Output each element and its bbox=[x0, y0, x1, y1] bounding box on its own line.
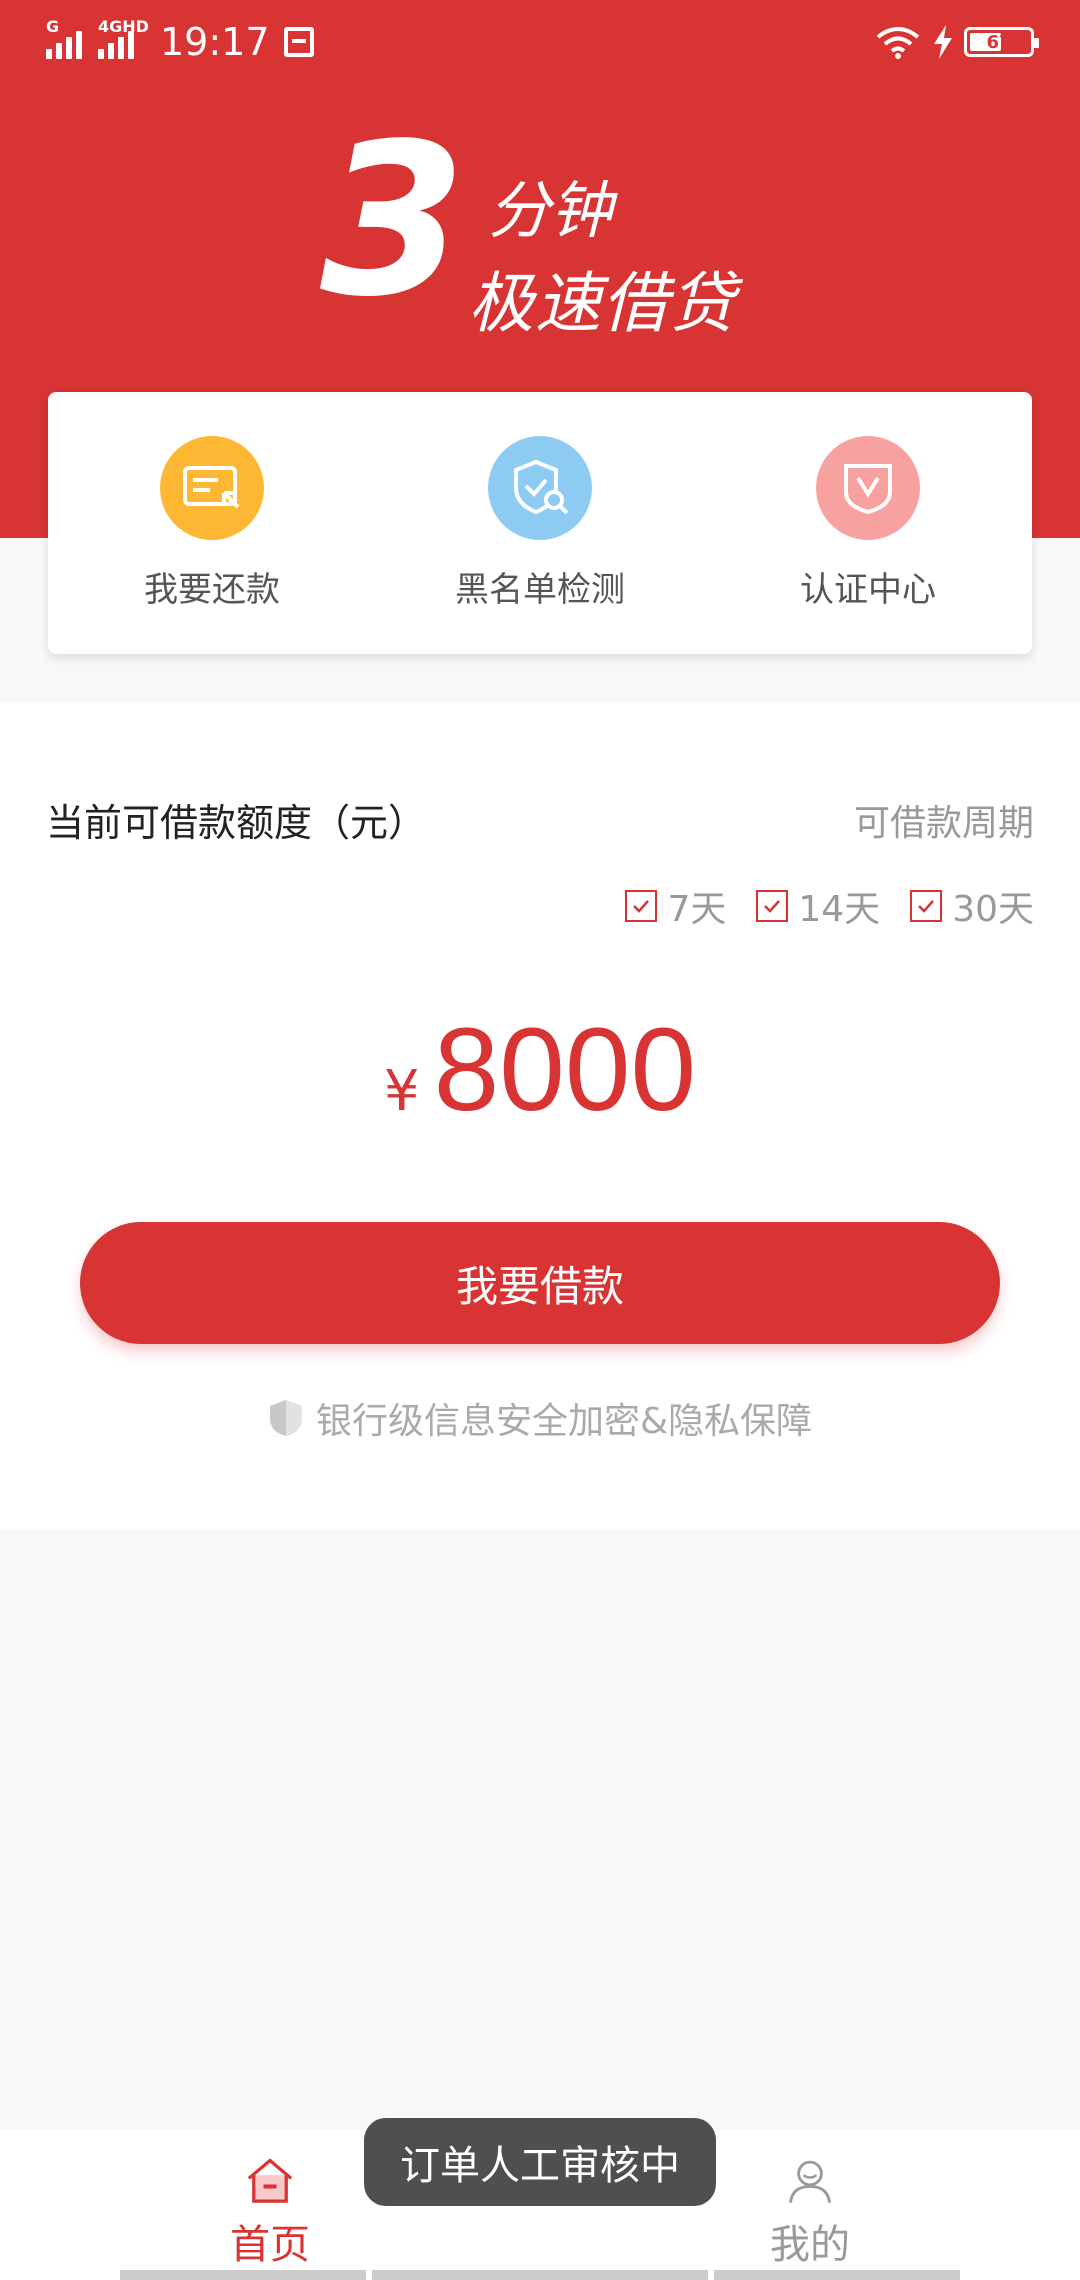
repay-card-icon bbox=[160, 436, 264, 540]
hero-number: 3 bbox=[320, 98, 466, 343]
shield-icon bbox=[269, 1400, 302, 1436]
user-icon bbox=[789, 2160, 831, 2203]
currency-symbol: ¥ bbox=[383, 1059, 420, 1124]
period-label-14: 14天 bbox=[798, 889, 881, 930]
quick-action-label: 我要还款 bbox=[144, 570, 280, 610]
security-note: 银行级信息安全加密&隐私保障 bbox=[0, 1392, 1080, 1444]
status-time: 19:17 bbox=[160, 20, 270, 64]
quick-action-label: 认证中心 bbox=[800, 570, 936, 610]
wifi-icon bbox=[876, 27, 920, 59]
period-options: 7天 14天 30天 bbox=[595, 880, 1034, 932]
quick-action-blacklist[interactable]: 黑名单检测 bbox=[376, 392, 704, 654]
gesture-bar-right bbox=[714, 2270, 960, 2280]
gesture-bar-left bbox=[120, 2270, 366, 2280]
period-option-14[interactable]: 14天 bbox=[756, 880, 880, 932]
status-left: G 4GHD 19:17 bbox=[46, 17, 314, 66]
shield-search-icon bbox=[488, 436, 592, 540]
nav-mine[interactable]: 我的 bbox=[710, 2140, 910, 2270]
nav-home-label: 首页 bbox=[230, 2222, 310, 2268]
period-label-30: 30天 bbox=[952, 889, 1034, 930]
amount-value: 8000 bbox=[433, 1004, 697, 1136]
hero-line1: 分钟 bbox=[488, 174, 613, 247]
checkbox-icon bbox=[910, 890, 943, 922]
network-type-1: G bbox=[46, 17, 60, 36]
quick-action-label: 黑名单检测 bbox=[455, 570, 625, 610]
nav-home[interactable]: 首页 bbox=[170, 2140, 370, 2270]
loan-amount: ¥ 8000 bbox=[0, 1002, 1080, 1138]
checkbox-icon bbox=[625, 890, 658, 922]
limit-label: 当前可借款额度（元） bbox=[46, 801, 427, 845]
borrow-button[interactable]: 我要借款 bbox=[80, 1222, 1000, 1344]
period-label-7: 7天 bbox=[667, 889, 727, 930]
gesture-bar-center bbox=[372, 2270, 708, 2280]
status-bar: G 4GHD 19:17 67 bbox=[0, 0, 1080, 84]
signal-icon-1: G bbox=[46, 17, 86, 59]
verify-shield-icon bbox=[816, 436, 920, 540]
home-icon bbox=[247, 2158, 293, 2203]
battery-level: 67 bbox=[986, 31, 1012, 53]
toast-message: 订单人工审核中 bbox=[364, 2118, 716, 2206]
checkbox-icon bbox=[756, 890, 789, 922]
loan-card: 当前可借款额度（元） 可借款周期 7天 14天 30天 ¥ 8000 我要借款 bbox=[0, 702, 1080, 1530]
notification-icon bbox=[283, 27, 314, 57]
quick-action-verify[interactable]: 认证中心 bbox=[704, 392, 1032, 654]
charging-icon bbox=[934, 25, 952, 59]
hero-line2: 极速借贷 bbox=[468, 265, 736, 342]
period-option-7[interactable]: 7天 bbox=[625, 880, 726, 932]
battery-icon: 67 bbox=[964, 27, 1039, 57]
signal-icon-2: 4GHD bbox=[98, 17, 149, 59]
security-text: 银行级信息安全加密&隐私保障 bbox=[315, 1401, 813, 1442]
network-type-2: 4GHD bbox=[98, 17, 149, 36]
quick-action-repay[interactable]: 我要还款 bbox=[48, 392, 376, 654]
period-option-30[interactable]: 30天 bbox=[910, 880, 1034, 932]
hero-slogan: 3 分钟 极速借贷 bbox=[320, 116, 780, 343]
status-right: 67 bbox=[874, 18, 1039, 66]
period-label: 可借款周期 bbox=[853, 803, 1034, 844]
nav-mine-label: 我的 bbox=[770, 2222, 850, 2268]
quick-actions-card: 我要还款 黑名单检测 认证中心 bbox=[48, 392, 1032, 654]
